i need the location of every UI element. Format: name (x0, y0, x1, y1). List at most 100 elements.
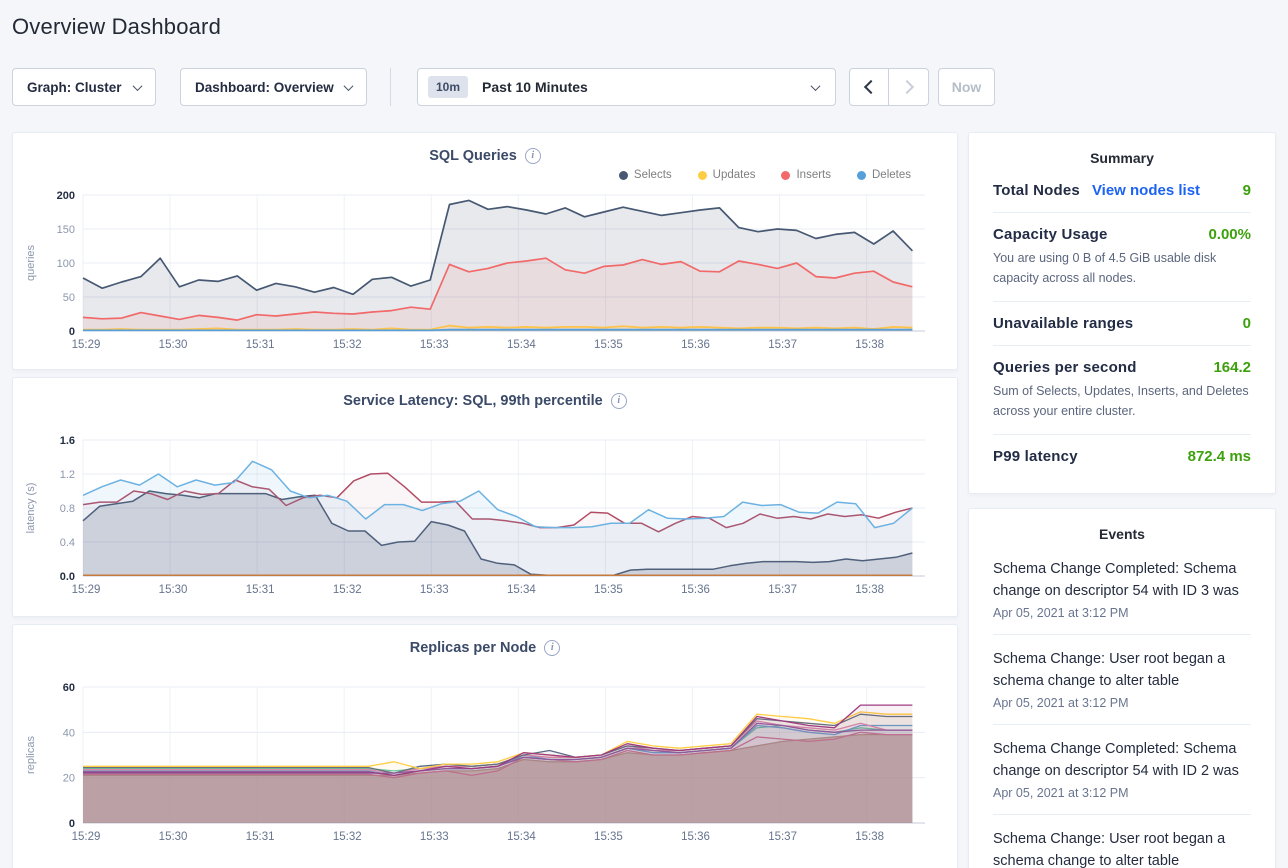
info-icon[interactable]: i (525, 148, 541, 164)
chevron-down-icon (133, 81, 143, 91)
svg-text:15:33: 15:33 (420, 339, 449, 351)
dashboard-dropdown[interactable]: Dashboard: Overview (180, 68, 367, 106)
svg-text:15:29: 15:29 (72, 339, 101, 351)
svg-text:15:29: 15:29 (72, 584, 101, 596)
chart-plot[interactable]: 15:2915:3015:3115:3215:3315:3415:3515:36… (13, 430, 957, 607)
svg-text:15:36: 15:36 (681, 584, 710, 596)
svg-text:latency (s): latency (s) (25, 483, 37, 534)
svg-text:15:30: 15:30 (159, 584, 188, 596)
svg-text:1.6: 1.6 (60, 435, 75, 447)
svg-text:15:32: 15:32 (333, 831, 362, 843)
svg-text:60: 60 (63, 682, 75, 694)
event-timestamp: Apr 05, 2021 at 3:12 PM (993, 606, 1251, 620)
svg-text:0.8: 0.8 (60, 503, 75, 515)
svg-text:50: 50 (63, 292, 75, 304)
now-button[interactable]: Now (938, 68, 995, 106)
svg-text:15:32: 15:32 (333, 584, 362, 596)
chart-title-row: Service Latency: SQL, 99th percentile i (13, 378, 957, 410)
prev-range-button[interactable] (849, 68, 889, 106)
svg-text:15:35: 15:35 (594, 339, 623, 351)
summary-label: P99 latency (993, 448, 1078, 465)
svg-text:40: 40 (63, 727, 75, 739)
time-range-selector[interactable]: 10m Past 10 Minutes (417, 68, 836, 106)
content: SQL Queries i SelectsUpdatesInsertsDelet… (0, 132, 1288, 868)
chart-legend: SelectsUpdatesInsertsDeletes (13, 165, 957, 185)
summary-row-unavailable-ranges: Unavailable ranges 0 (993, 302, 1251, 346)
summary-label: Capacity Usage (993, 226, 1108, 243)
svg-text:15:33: 15:33 (420, 831, 449, 843)
graph-dropdown[interactable]: Graph: Cluster (12, 68, 156, 106)
event-timestamp: Apr 05, 2021 at 3:12 PM (993, 786, 1251, 800)
svg-text:0.0: 0.0 (60, 571, 75, 583)
view-nodes-list-link[interactable]: View nodes list (1092, 182, 1200, 199)
summary-value: 872.4 ms (1188, 448, 1251, 465)
svg-text:1.2: 1.2 (60, 469, 75, 481)
event-item[interactable]: Schema Change Completed: Schema change o… (993, 725, 1251, 815)
chart-plot[interactable]: 15:2915:3015:3115:3215:3315:3415:3515:36… (13, 677, 957, 854)
next-range-button[interactable] (889, 68, 929, 106)
svg-text:0: 0 (69, 326, 75, 338)
summary-value: 164.2 (1213, 359, 1251, 376)
range-label: Past 10 Minutes (482, 79, 588, 95)
chart-title-row: SQL Queries i (13, 133, 957, 165)
event-item[interactable]: Schema Change: User root began a schema … (993, 635, 1251, 725)
svg-text:15:34: 15:34 (507, 831, 536, 843)
svg-text:15:37: 15:37 (768, 584, 797, 596)
summary-row-capacity-usage: Capacity Usage 0.00% You are using 0 B o… (993, 213, 1251, 302)
graph-dropdown-label: Graph: Cluster (27, 80, 122, 95)
svg-text:150: 150 (57, 224, 75, 236)
event-item[interactable]: Schema Change: User root began a schema … (993, 815, 1251, 868)
chevron-down-icon (811, 81, 821, 91)
legend-item-deletes: Deletes (857, 169, 911, 181)
overview-dashboard-page: Overview Dashboard Graph: Cluster Dashbo… (0, 0, 1288, 868)
chart-legend (13, 657, 957, 677)
legend-dot-icon (857, 171, 866, 180)
svg-text:15:32: 15:32 (333, 339, 362, 351)
svg-text:100: 100 (57, 258, 75, 270)
chart-card-service-latency: Service Latency: SQL, 99th percentile i … (12, 377, 958, 617)
svg-text:15:31: 15:31 (246, 831, 275, 843)
info-icon[interactable]: i (611, 393, 627, 409)
svg-text:15:38: 15:38 (855, 831, 884, 843)
svg-text:15:34: 15:34 (507, 339, 536, 351)
legend-dot-icon (698, 171, 707, 180)
range-badge: 10m (428, 76, 468, 98)
svg-text:15:35: 15:35 (594, 584, 623, 596)
legend-item-selects: Selects (619, 169, 672, 181)
svg-text:15:36: 15:36 (681, 339, 710, 351)
legend-item-updates: Updates (698, 169, 756, 181)
info-icon[interactable]: i (544, 640, 560, 656)
svg-text:15:30: 15:30 (159, 831, 188, 843)
svg-text:15:31: 15:31 (246, 339, 275, 351)
summary-value: 0.00% (1208, 226, 1251, 243)
legend-dot-icon (619, 171, 628, 180)
svg-text:15:37: 15:37 (768, 339, 797, 351)
chart-plot[interactable]: 15:29 15:30 15:31 15:32 15:33 15:34 15:35 15:36… (13, 185, 957, 362)
events-title: Events (993, 526, 1251, 542)
summary-panel: Summary Total Nodes View nodes list 9 Ca… (968, 132, 1276, 494)
svg-text:15:35: 15:35 (594, 831, 623, 843)
dashboard-dropdown-label: Dashboard: Overview (195, 80, 334, 95)
svg-text:15:33: 15:33 (420, 584, 449, 596)
chart-title: SQL Queries (429, 148, 517, 164)
event-item[interactable]: Schema Change Completed: Schema change o… (993, 545, 1251, 635)
svg-text:15:30: 15:30 (159, 339, 188, 351)
chevron-left-icon (864, 80, 878, 94)
summary-description: You are using 0 B of 4.5 GiB usable disk… (993, 248, 1251, 288)
event-message: Schema Change: User root began a schema … (993, 828, 1251, 868)
svg-text:15:38: 15:38 (855, 584, 884, 596)
svg-text:0: 0 (69, 818, 75, 830)
svg-text:15:31: 15:31 (246, 584, 275, 596)
svg-text:0.4: 0.4 (60, 537, 75, 549)
sidebar-column: Summary Total Nodes View nodes list 9 Ca… (968, 132, 1276, 868)
summary-label: Queries per second (993, 359, 1137, 376)
toolbar: Graph: Cluster Dashboard: Overview 10m P… (12, 68, 1288, 106)
summary-description: Sum of Selects, Updates, Inserts, and De… (993, 381, 1251, 421)
summary-value: 9 (1243, 182, 1251, 199)
svg-text:15:37: 15:37 (768, 831, 797, 843)
svg-text:queries: queries (25, 244, 37, 281)
time-arrows (849, 68, 929, 106)
summary-label: Unavailable ranges (993, 315, 1133, 332)
summary-row-total-nodes: Total Nodes View nodes list 9 (993, 169, 1251, 213)
chart-legend (13, 410, 957, 430)
